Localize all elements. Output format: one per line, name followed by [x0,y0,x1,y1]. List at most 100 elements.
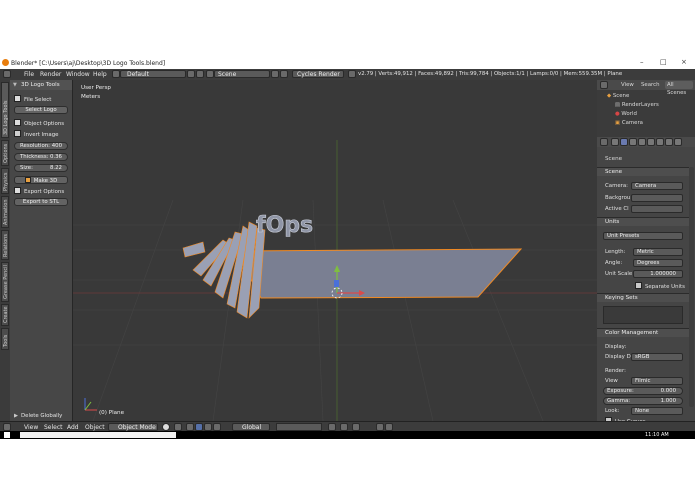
units-panel-header[interactable]: Units [597,217,689,226]
unit-presets-dropdown[interactable]: Unit Presets [603,232,683,240]
properties-breadcrumb: Scene [605,156,623,162]
layer-buttons[interactable] [276,423,322,431]
display-device-dropdown[interactable]: sRGB [631,353,683,361]
keying-sets-panel-header[interactable]: Keying Sets [597,293,689,302]
export-stl-button[interactable]: Export to STL [14,198,68,206]
remove-scene-button[interactable] [280,70,288,78]
scene-stats: v2.79 | Verts:49,912 | Faces:49,892 | Tr… [358,71,623,77]
viewport-scene[interactable]: fOps [73,80,597,421]
tab-relations[interactable]: Relations [1,230,9,260]
opengl-animation-icon[interactable] [385,423,393,431]
tab-animation[interactable]: Animation [1,196,9,228]
outliner-item-renderlayers[interactable]: ▤ RenderLayers [615,102,659,108]
proportional-edit-icon[interactable] [340,423,348,431]
resolution-field[interactable]: Resolution: 400 [14,142,68,150]
background-field[interactable] [631,194,683,202]
3d-viewport[interactable]: User Persp Meters fOps (0) Plane [73,80,597,421]
object-tab-icon[interactable] [638,138,646,146]
world-tab-icon[interactable] [629,138,637,146]
snap-icon[interactable] [352,423,360,431]
tab-create[interactable]: Create [1,304,9,326]
tab-3d-logo-tools[interactable]: 3D Logo Tools [1,82,9,138]
scale-manipulator-icon[interactable] [213,423,221,431]
tab-physics[interactable]: Physics [1,168,9,194]
layout-selector[interactable]: Default [120,70,186,78]
camera-field[interactable]: Camera [631,182,683,190]
mode-selector[interactable]: Object Mode [108,423,158,431]
rotate-manipulator-icon[interactable] [204,423,212,431]
view-transform-dropdown[interactable]: Filmic [631,377,683,385]
make-3d-button[interactable]: Make 3D [14,176,68,184]
opengl-render-icon[interactable] [376,423,384,431]
select-logo-button[interactable]: Select Logo [14,106,68,114]
length-dropdown[interactable]: Metric [633,248,683,256]
taskbar-search-box[interactable] [20,432,176,438]
outliner-tab-all-scenes[interactable]: All Scenes [665,81,693,96]
viewport-shading-icon[interactable] [162,423,170,431]
add-layout-button[interactable] [187,70,195,78]
exposure-field[interactable]: Exposure: 0.000 [603,387,683,395]
manipulator-toggle-icon[interactable] [186,423,194,431]
gizmo-y-handle[interactable] [334,280,339,287]
menu-view[interactable]: View [24,424,38,431]
minimize-button[interactable]: – [640,58,644,66]
menu-object[interactable]: Object [85,424,105,431]
menu-file[interactable]: File [24,71,34,78]
add-scene-button[interactable] [271,70,279,78]
menu-add[interactable]: Add [67,424,79,431]
thickness-field[interactable]: Thickness: 0.36 [14,153,68,161]
transform-orientation-selector[interactable]: Global [232,423,270,431]
separate-units-checkbox[interactable]: Separate Units [635,282,685,290]
keying-sets-list[interactable] [603,306,683,324]
operator-footer[interactable]: ▶ Delete Globally [10,411,72,421]
close-button[interactable]: × [681,58,687,66]
render-tab-icon[interactable] [611,138,619,146]
active-clip-field[interactable] [631,205,683,213]
panel-header[interactable]: ▼ 3D Logo Tools [10,80,72,90]
tab-grease-pencil[interactable]: Grease Pencil [1,262,9,302]
scene-selector[interactable]: Scene [214,70,270,78]
tab-tools[interactable]: Tools [1,328,9,350]
menu-help[interactable]: Help [93,71,107,78]
menu-select[interactable]: Select [44,424,63,431]
size-field[interactable]: Size: 8.22 [14,164,68,172]
maximize-button[interactable]: □ [660,58,667,66]
outliner-item-world[interactable]: ● World [615,111,637,117]
material-tab-icon[interactable] [674,138,682,146]
menu-render[interactable]: Render [40,71,61,78]
color-management-panel-header[interactable]: Color Management [597,328,689,337]
start-button-icon[interactable] [4,432,10,438]
lock-icon[interactable] [328,423,336,431]
gamma-field[interactable]: Gamma: 1.000 [603,397,683,405]
angle-dropdown[interactable]: Degrees [633,259,683,267]
properties-scrollbar[interactable] [689,167,694,407]
unit-scale-field[interactable]: 1.000000 [633,270,683,278]
camera-label: Camera: [605,183,628,189]
outliner-tab-search[interactable]: Search [641,82,660,88]
outliner-tab-view[interactable]: View [621,82,634,88]
remove-layout-button[interactable] [196,70,204,78]
plane-object[interactable] [235,248,523,299]
scene-panel-header[interactable]: Scene [597,167,689,176]
editor-type-icon[interactable] [3,70,11,78]
modifiers-tab-icon[interactable] [656,138,664,146]
constraints-tab-icon[interactable] [647,138,655,146]
data-tab-icon[interactable] [665,138,673,146]
outliner-item-scene[interactable]: ◆ Scene [607,93,629,99]
menu-window[interactable]: Window [66,71,90,78]
3d-view-editor-icon[interactable] [3,423,11,431]
translate-manipulator-icon[interactable] [195,423,203,431]
background-label: Backgrou [605,195,631,201]
length-label: Length: [605,249,626,255]
scene-tab-icon[interactable] [620,138,628,146]
tab-options[interactable]: Options [1,140,9,166]
view-label: View [605,378,618,384]
logo-text[interactable]: fOps [256,213,314,239]
render-engine-selector[interactable]: Cycles Render [292,70,344,78]
invert-image-checkbox[interactable]: Invert Image [14,130,68,138]
outliner-item-camera[interactable]: ▣ Camera [615,120,643,126]
pivot-point-icon[interactable] [174,423,182,431]
properties-editor-icon[interactable] [600,138,608,146]
look-dropdown[interactable]: None [631,407,683,415]
outliner-editor-icon[interactable] [600,81,608,89]
